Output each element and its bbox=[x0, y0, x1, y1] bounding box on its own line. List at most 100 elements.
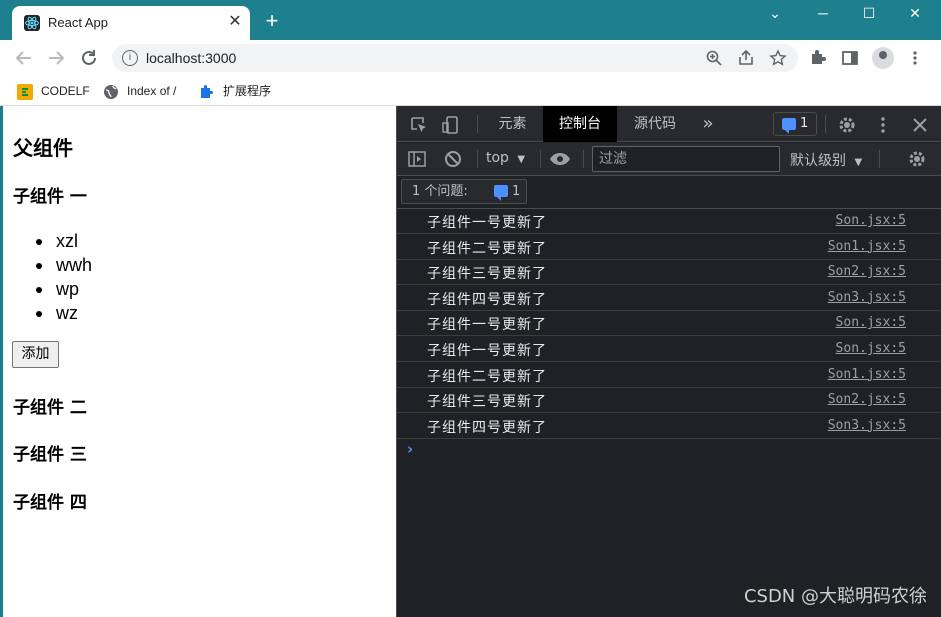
log-message: 子组件三号更新了 bbox=[427, 394, 547, 411]
bookmark-label: Index of / bbox=[127, 84, 177, 98]
list-item: wz bbox=[36, 301, 92, 325]
context-label: top bbox=[486, 150, 509, 166]
list-item: xzl bbox=[36, 229, 92, 253]
info-icon[interactable]: i bbox=[122, 50, 138, 66]
forward-arrow-icon[interactable] bbox=[44, 46, 68, 70]
close-window-button[interactable]: ✕ bbox=[892, 0, 938, 28]
inspect-element-icon[interactable] bbox=[409, 115, 429, 135]
log-message: 子组件二号更新了 bbox=[427, 368, 547, 385]
separator bbox=[583, 150, 584, 168]
log-level-label: 默认级别 bbox=[790, 153, 846, 169]
browser-toolbar: i localhost:3000 bbox=[0, 40, 941, 76]
bookmark-extensions[interactable]: 扩展程序 bbox=[199, 82, 271, 100]
issues-button[interactable]: 1 个问题: 1 bbox=[401, 179, 527, 204]
list-item: wwh bbox=[36, 253, 92, 277]
parent-heading: 父组件 bbox=[13, 136, 73, 160]
log-message: 子组件四号更新了 bbox=[427, 291, 547, 308]
log-source-link[interactable]: Son1.jsx:5 bbox=[828, 239, 906, 254]
tab-search-icon[interactable]: ⌄ bbox=[752, 0, 798, 28]
child-four-heading: 子组件 四 bbox=[13, 493, 87, 513]
context-selector[interactable]: top ▼ bbox=[486, 150, 525, 166]
log-message: 子组件一号更新了 bbox=[427, 317, 547, 334]
child-one-heading: 子组件 一 bbox=[13, 187, 87, 207]
side-panel-icon[interactable] bbox=[840, 48, 860, 68]
issues-count: 1 bbox=[512, 184, 521, 199]
codelf-icon bbox=[17, 83, 33, 100]
log-source-link[interactable]: Son3.jsx:5 bbox=[828, 418, 906, 433]
log-source-link[interactable]: Son.jsx:5 bbox=[836, 341, 906, 356]
new-tab-button[interactable]: + bbox=[260, 10, 284, 34]
log-source-link[interactable]: Son1.jsx:5 bbox=[828, 367, 906, 382]
log-source-link[interactable]: Son.jsx:5 bbox=[836, 315, 906, 330]
console-log-row: 子组件一号更新了 Son.jsx:5 bbox=[397, 337, 941, 362]
profile-icon[interactable] bbox=[872, 47, 894, 69]
bookmark-star-icon[interactable] bbox=[769, 49, 787, 67]
tab-console[interactable]: 控制台 bbox=[543, 106, 617, 142]
log-source-link[interactable]: Son2.jsx:5 bbox=[828, 264, 906, 279]
clear-console-icon[interactable] bbox=[443, 149, 463, 169]
more-tabs-button[interactable]: » bbox=[695, 106, 721, 142]
issues-bar: 1 个问题: 1 bbox=[397, 177, 941, 209]
child-three-heading: 子组件 三 bbox=[13, 445, 87, 465]
back-arrow-icon[interactable] bbox=[12, 46, 36, 70]
bookmarks-bar: CODELF Index of / 扩展程序 bbox=[0, 76, 941, 106]
log-level-selector[interactable]: 默认级别 ▼ bbox=[790, 150, 862, 170]
tab-sources[interactable]: 源代码 bbox=[619, 106, 691, 142]
dropdown-caret-icon: ▼ bbox=[517, 154, 526, 165]
tab-elements[interactable]: 元素 bbox=[485, 106, 540, 142]
log-message: 子组件一号更新了 bbox=[427, 343, 547, 359]
page-viewport: 父组件 子组件 一 xzl wwh wp wz 添加 子组件 二 子组件 三 子… bbox=[0, 106, 396, 617]
zoom-icon[interactable] bbox=[705, 49, 723, 67]
separator bbox=[825, 115, 826, 133]
device-toolbar-icon[interactable] bbox=[441, 115, 461, 135]
console-log-row: 子组件三号更新了 Son2.jsx:5 bbox=[397, 260, 941, 286]
separator bbox=[477, 115, 478, 133]
maximize-button[interactable]: ☐ bbox=[846, 0, 892, 28]
react-favicon-icon bbox=[24, 15, 40, 31]
share-icon[interactable] bbox=[737, 49, 755, 67]
separator bbox=[540, 150, 541, 168]
bookmark-codelf[interactable]: CODELF bbox=[17, 82, 90, 100]
log-message: 子组件二号更新了 bbox=[427, 240, 547, 257]
close-devtools-icon[interactable] bbox=[910, 115, 930, 135]
list-item: wp bbox=[36, 277, 92, 301]
console-prompt[interactable]: › bbox=[407, 440, 413, 458]
minimize-button[interactable]: ─ bbox=[800, 0, 846, 28]
console-log-row: 子组件四号更新了 Son3.jsx:5 bbox=[397, 286, 941, 311]
console-log-row: 子组件三号更新了 Son2.jsx:5 bbox=[397, 388, 941, 414]
log-source-link[interactable]: Son.jsx:5 bbox=[836, 213, 906, 228]
dropdown-caret-icon: ▼ bbox=[854, 157, 863, 168]
kebab-menu-icon[interactable] bbox=[905, 48, 925, 68]
filter-input[interactable]: 过滤 bbox=[592, 146, 780, 172]
log-message: 子组件一号更新了 bbox=[427, 215, 547, 231]
live-expression-eye-icon[interactable] bbox=[549, 149, 570, 169]
url-text[interactable]: localhost:3000 bbox=[146, 50, 236, 66]
name-list: xzl wwh wp wz bbox=[36, 229, 92, 325]
address-bar[interactable]: i localhost:3000 bbox=[112, 44, 798, 72]
reload-icon[interactable] bbox=[77, 46, 101, 70]
console-settings-gear-icon[interactable] bbox=[907, 149, 927, 169]
child-two-heading: 子组件 二 bbox=[13, 398, 87, 418]
bookmark-index[interactable]: Index of / bbox=[103, 82, 176, 100]
issues-label: 1 个问题: bbox=[412, 184, 468, 199]
sidebar-toggle-icon[interactable] bbox=[407, 149, 427, 169]
browser-tab[interactable]: React App ✕ bbox=[12, 6, 250, 40]
console-log-row: 子组件一号更新了 Son.jsx:5 bbox=[397, 209, 941, 234]
title-bar: React App ✕ + ⌄ ─ ☐ ✕ bbox=[0, 0, 941, 40]
log-source-link[interactable]: Son3.jsx:5 bbox=[828, 290, 906, 305]
console-log-row: 子组件二号更新了 Son1.jsx:5 bbox=[397, 363, 941, 388]
puzzle-icon[interactable] bbox=[808, 48, 828, 68]
log-message: 子组件四号更新了 bbox=[427, 419, 547, 436]
tab-title: React App bbox=[48, 15, 108, 30]
issue-chat-icon bbox=[782, 118, 796, 134]
issues-badge-button[interactable]: 1 bbox=[773, 112, 817, 136]
issue-badge-count: 1 bbox=[800, 116, 809, 131]
console-log-row: 子组件四号更新了 Son3.jsx:5 bbox=[397, 414, 941, 439]
extensions-puzzle-icon bbox=[199, 84, 215, 100]
devtools-menu-icon[interactable] bbox=[873, 115, 893, 135]
console-log-row: 子组件二号更新了 Son1.jsx:5 bbox=[397, 235, 941, 260]
add-button[interactable]: 添加 bbox=[12, 341, 59, 368]
tab-close-icon[interactable]: ✕ bbox=[226, 12, 244, 30]
log-source-link[interactable]: Son2.jsx:5 bbox=[828, 392, 906, 407]
settings-gear-icon[interactable] bbox=[837, 115, 857, 135]
